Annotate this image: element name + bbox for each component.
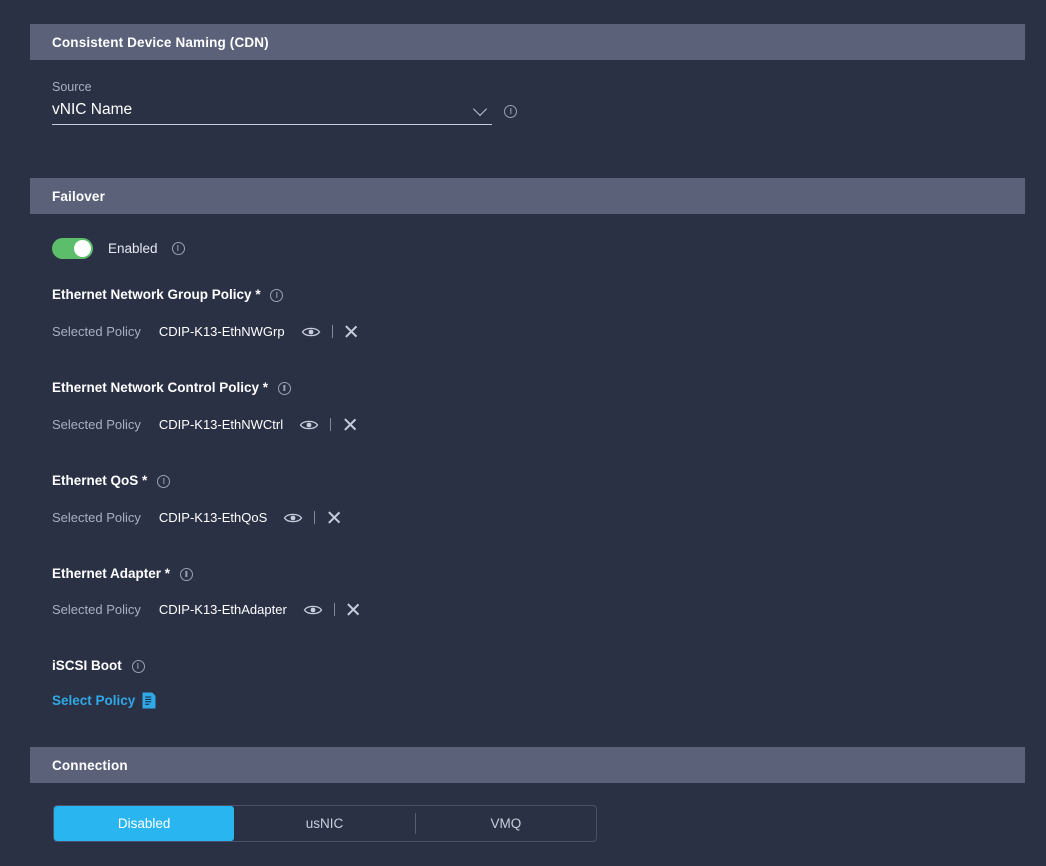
eye-icon[interactable] (283, 511, 303, 525)
failover-toggle-label: Enabled (108, 241, 158, 256)
policy-title-ethernet-qos: Ethernet QoS * (52, 473, 171, 488)
section-header-failover: Failover (30, 178, 1025, 214)
policy-row-ethernet-network-group: Selected Policy CDIP-K13-EthNWGrp (52, 324, 359, 339)
selected-policy-label: Selected Policy (52, 510, 141, 525)
selected-policy-label: Selected Policy (52, 417, 141, 432)
connection-option-label: usNIC (305, 816, 344, 831)
required-marker: * (255, 287, 261, 302)
policy-info-icon[interactable] (157, 474, 171, 488)
policy-title-ethernet-network-group: Ethernet Network Group Policy * (52, 287, 284, 302)
close-icon[interactable] (346, 602, 361, 617)
source-label: Source (52, 80, 92, 94)
policy-title-text: iSCSI Boot (52, 658, 122, 673)
policy-title-text: Ethernet Adapter (52, 566, 162, 581)
policy-row-ethernet-qos: Selected Policy CDIP-K13-EthQoS (52, 510, 341, 525)
connection-mode-segmented-control: Disabled usNIC VMQ (53, 805, 597, 842)
policy-info-icon[interactable] (270, 288, 284, 302)
section-header-connection: Connection (30, 747, 1025, 783)
failover-info-icon[interactable] (171, 242, 185, 255)
toggle-knob (74, 240, 91, 257)
selected-policy-value: CDIP-K13-EthNWGrp (158, 324, 285, 339)
action-divider (314, 511, 316, 524)
policy-title-text: Ethernet Network Group Policy (52, 287, 252, 302)
policy-actions (303, 602, 361, 617)
selected-policy-label: Selected Policy (52, 602, 141, 617)
connection-option-label: VMQ (490, 816, 522, 831)
failover-enabled-row: Enabled (52, 238, 185, 259)
action-divider (331, 325, 333, 338)
policy-title-text: Ethernet Network Control Policy (52, 380, 260, 395)
policy-info-icon[interactable] (131, 659, 145, 673)
policy-row-ethernet-adapter: Selected Policy CDIP-K13-EthAdapter (52, 602, 361, 617)
required-marker: * (164, 566, 171, 581)
selected-policy-value: CDIP-K13-EthAdapter (158, 602, 287, 617)
policy-row-ethernet-network-control: Selected Policy CDIP-K13-EthNWCtrl (52, 417, 357, 432)
eye-icon[interactable] (303, 603, 323, 617)
section-header-cdn: Consistent Device Naming (CDN) (30, 24, 1025, 60)
eye-icon[interactable] (299, 418, 319, 432)
section-title-failover: Failover (52, 188, 105, 204)
close-icon[interactable] (342, 417, 357, 432)
close-icon[interactable] (326, 510, 341, 525)
action-divider (333, 603, 335, 616)
source-selected-value: vNIC Name (52, 101, 133, 118)
policy-actions (283, 510, 341, 525)
policy-actions (301, 324, 359, 339)
selected-policy-value: CDIP-K13-EthQoS (158, 510, 268, 525)
policy-actions (299, 417, 357, 432)
select-policy-link-iscsi-boot[interactable]: Select Policy (52, 692, 156, 709)
vnic-configuration-panel: Consistent Device Naming (CDN) Source vN… (0, 0, 1046, 866)
cdn-source-group: Source vNIC Name (52, 80, 517, 125)
failover-toggle[interactable] (52, 238, 93, 259)
document-icon (135, 692, 156, 709)
section-title-connection: Connection (52, 757, 128, 773)
source-select[interactable]: vNIC Name (52, 101, 492, 125)
select-policy-label: Select Policy (52, 693, 136, 708)
source-info-icon[interactable] (504, 105, 517, 118)
policy-info-icon[interactable] (277, 381, 291, 395)
policy-title-iscsi-boot: iSCSI Boot (52, 658, 145, 673)
selected-policy-label: Selected Policy (52, 324, 141, 339)
section-title-cdn: Consistent Device Naming (CDN) (52, 34, 269, 50)
chevron-down-icon[interactable] (474, 103, 488, 117)
action-divider (330, 418, 332, 431)
required-marker: * (262, 380, 269, 395)
policy-title-text: Ethernet QoS (52, 473, 139, 488)
connection-option-disabled[interactable]: Disabled (54, 806, 235, 841)
connection-option-usnic[interactable]: usNIC (234, 806, 414, 841)
close-icon[interactable] (344, 324, 359, 339)
connection-option-vmq[interactable]: VMQ (416, 806, 596, 841)
required-marker: * (142, 473, 148, 488)
eye-icon[interactable] (301, 325, 321, 339)
policy-title-ethernet-adapter: Ethernet Adapter * (52, 566, 193, 581)
policy-title-ethernet-network-control: Ethernet Network Control Policy * (52, 380, 291, 395)
selected-policy-value: CDIP-K13-EthNWCtrl (158, 417, 284, 432)
connection-option-label: Disabled (117, 816, 171, 831)
policy-info-icon[interactable] (179, 567, 193, 581)
